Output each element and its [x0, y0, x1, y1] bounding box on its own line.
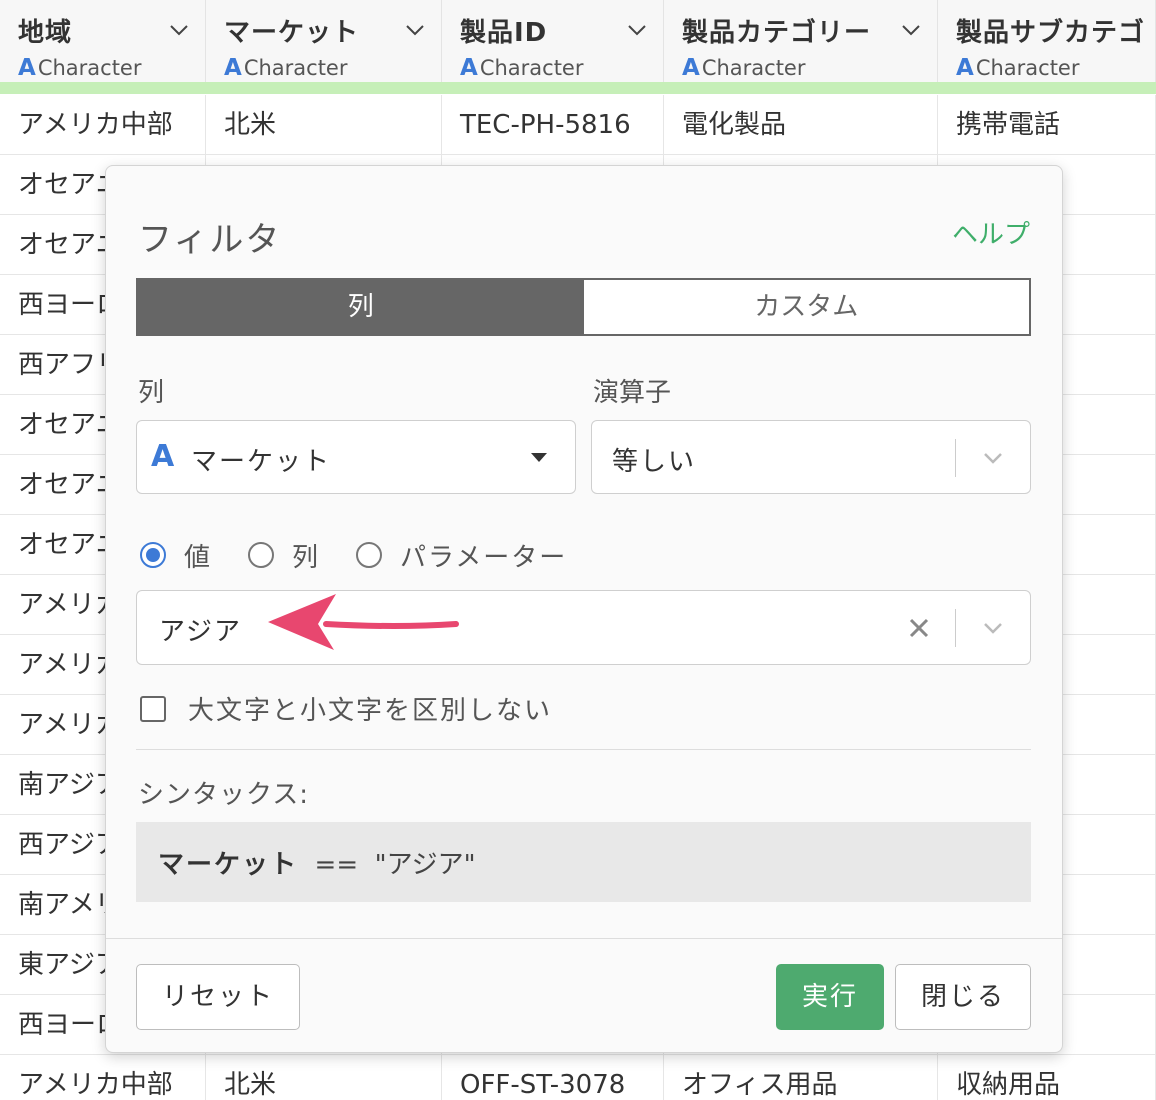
table-cell: 収納用品: [938, 1055, 1156, 1100]
syntax-operator: ==: [314, 850, 359, 880]
column-header[interactable]: 地域 ACharacter: [0, 0, 206, 88]
syntax-column: マーケット: [158, 850, 299, 880]
footer-divider: [106, 938, 1062, 939]
select-separator: [955, 609, 956, 647]
filter-dialog: フィルタ ヘルプ 列 カスタム 列 演算子 A マーケット 等しい 値 列 パラ…: [105, 165, 1063, 1053]
reset-button[interactable]: リセット: [136, 964, 300, 1030]
syntax-preview: マーケット == "アジア": [136, 822, 1031, 902]
column-quality-bar: [0, 82, 1156, 94]
clear-icon[interactable]: [906, 615, 932, 641]
column-type: ACharacter: [18, 55, 205, 81]
character-type-icon: A: [224, 55, 242, 81]
column-type-label: Character: [243, 56, 348, 80]
syntax-value: "アジア": [374, 850, 476, 880]
table-cell: オフィス用品: [664, 1055, 938, 1100]
column-type-label: Character: [701, 56, 806, 80]
select-separator: [955, 439, 956, 477]
radio-column[interactable]: 列: [248, 537, 320, 574]
column-header[interactable]: 製品ID ACharacter: [442, 0, 664, 88]
operator-label: 演算子: [593, 378, 672, 408]
column-menu-chevron-icon[interactable]: [403, 18, 427, 42]
table-row: アメリカ中部 北米 TEC-PH-5816 電化製品 携帯電話: [0, 95, 1156, 155]
column-type-label: Character: [479, 56, 584, 80]
filter-mode-tabs: 列 カスタム: [136, 278, 1031, 336]
table-cell: OFF-ST-3078: [442, 1055, 664, 1100]
radio-column-label: 列: [292, 542, 321, 573]
table-cell: 北米: [206, 95, 442, 155]
run-button[interactable]: 実行: [776, 964, 884, 1030]
chevron-down-icon[interactable]: [980, 445, 1006, 471]
grid-header: 地域 ACharacter マーケット ACharacter 製品ID ACharacte…: [0, 0, 1156, 88]
radio-value-indicator[interactable]: [140, 542, 166, 568]
character-type-icon: A: [682, 55, 700, 81]
divider: [136, 749, 1031, 750]
caret-down-icon: [531, 453, 547, 462]
table-cell: TEC-PH-5816: [442, 95, 664, 155]
character-type-icon: A: [18, 55, 36, 81]
column-select[interactable]: A マーケット: [136, 420, 576, 494]
table-cell: アメリカ中部: [0, 95, 206, 155]
column-type-label: Character: [37, 56, 142, 80]
column-header[interactable]: マーケット ACharacter: [206, 0, 442, 88]
case-insensitive-checkbox[interactable]: [140, 695, 166, 722]
column-type: ACharacter: [956, 55, 1155, 81]
case-insensitive-label: 大文字と小文字を区別しない: [188, 696, 553, 726]
column-menu-chevron-icon[interactable]: [167, 18, 191, 42]
case-insensitive-option[interactable]: 大文字と小文字を区別しない: [140, 690, 552, 727]
table-cell: 北米: [206, 1055, 442, 1100]
column-header-name: 製品サブカテゴ: [956, 18, 1146, 48]
close-button[interactable]: 閉じる: [895, 964, 1031, 1030]
table-cell: アメリカ中部: [0, 1055, 206, 1100]
filter-value-text: アジア: [159, 617, 242, 647]
syntax-expression: マーケット == "アジア": [158, 844, 476, 881]
column-label: 列: [138, 378, 165, 408]
operator-select[interactable]: 等しい: [591, 420, 1031, 494]
table-cell: 携帯電話: [938, 95, 1156, 155]
column-header[interactable]: 製品サブカテゴ ACharacter: [938, 0, 1156, 88]
column-header[interactable]: 製品カテゴリー ACharacter: [664, 0, 938, 88]
table-cell: 電化製品: [664, 95, 938, 155]
character-type-icon: A: [151, 439, 175, 474]
tab-custom[interactable]: カスタム: [583, 280, 1029, 334]
column-menu-chevron-icon[interactable]: [625, 18, 649, 42]
column-type: ACharacter: [682, 55, 937, 81]
value-source-radio-group: 値 列 パラメーター: [140, 537, 603, 574]
column-select-value: マーケット: [191, 447, 332, 477]
radio-parameter[interactable]: パラメーター: [356, 537, 567, 574]
table-row: アメリカ中部 北米 OFF-ST-3078 オフィス用品 収納用品: [0, 1055, 1156, 1100]
chevron-down-icon[interactable]: [980, 615, 1006, 641]
annotation-arrow-icon: [268, 594, 459, 650]
dialog-title: フィルタ: [138, 220, 282, 260]
help-link[interactable]: ヘルプ: [952, 214, 1030, 251]
character-type-icon: A: [460, 55, 478, 81]
radio-value[interactable]: 値: [140, 537, 212, 574]
radio-column-indicator[interactable]: [248, 542, 275, 568]
radio-parameter-label: パラメーター: [400, 542, 568, 573]
operator-select-value: 等しい: [612, 447, 697, 477]
column-type: ACharacter: [224, 55, 441, 81]
syntax-label: シンタックス:: [138, 780, 309, 810]
column-type: ACharacter: [460, 55, 663, 81]
tab-column[interactable]: 列: [138, 280, 584, 334]
character-type-icon: A: [956, 55, 974, 81]
column-menu-chevron-icon[interactable]: [899, 18, 923, 42]
radio-value-label: 値: [184, 542, 213, 573]
column-type-label: Character: [975, 56, 1080, 80]
radio-parameter-indicator[interactable]: [356, 542, 383, 568]
